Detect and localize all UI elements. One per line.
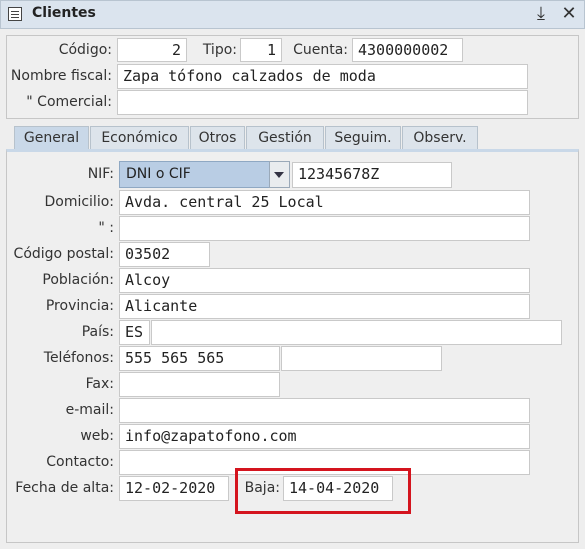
pais-code-field[interactable]: ES <box>119 320 150 345</box>
tipo-label: Tipo: <box>202 42 237 58</box>
web-label: web: <box>80 428 114 444</box>
chevron-down-icon[interactable] <box>269 161 290 188</box>
email-field[interactable] <box>119 398 530 423</box>
codigo-postal-label: Código postal: <box>13 246 114 262</box>
highlight-box <box>235 468 411 514</box>
window-menu-icon[interactable] <box>8 7 22 21</box>
fecha-alta-label: Fecha de alta: <box>15 480 114 496</box>
tab-economico[interactable]: Económico <box>90 126 189 149</box>
telefono2-field[interactable] <box>281 346 442 371</box>
nif-type-select[interactable]: DNI o CIF <box>119 161 270 188</box>
codigo-label: Código: <box>58 42 112 58</box>
fax-label: Fax: <box>85 376 114 392</box>
comercial-label: " Comercial: <box>26 94 112 110</box>
contacto-label: Contacto: <box>46 454 114 470</box>
nif-label: NIF: <box>87 166 114 182</box>
provincia-label: Provincia: <box>45 298 114 314</box>
cuenta-label: Cuenta: <box>293 42 348 58</box>
pais-name-field[interactable] <box>151 320 562 345</box>
nombre-fiscal-field[interactable]: Zapa tófono calzados de moda <box>117 64 528 89</box>
fecha-alta-field[interactable]: 12-02-2020 <box>119 476 229 501</box>
fax-field[interactable] <box>119 372 280 397</box>
minimize-icon[interactable]: ⤓ <box>530 3 552 25</box>
domicilio2-field[interactable] <box>119 216 530 241</box>
email-label: e-mail: <box>65 402 114 418</box>
window-title: Clientes <box>32 5 96 21</box>
poblacion-field[interactable]: Alcoy <box>119 268 530 293</box>
provincia-field[interactable]: Alicante <box>119 294 530 319</box>
nif-field[interactable]: 12345678Z <box>292 162 452 188</box>
tab-observ[interactable]: Observ. <box>402 126 478 149</box>
tab-otros[interactable]: Otros <box>190 126 245 149</box>
close-icon[interactable]: ✕ <box>558 3 580 25</box>
poblacion-label: Población: <box>42 272 114 288</box>
comercial-field[interactable] <box>117 90 528 115</box>
codigo-postal-field[interactable]: 03502 <box>119 242 210 267</box>
telefonos-label: Teléfonos: <box>43 350 114 366</box>
pais-label: País: <box>81 324 114 340</box>
nombre-fiscal-label: Nombre fiscal: <box>10 68 112 84</box>
tab-general[interactable]: General <box>14 126 89 150</box>
tipo-field[interactable]: 1 <box>240 38 282 62</box>
codigo-field[interactable]: 2 <box>117 38 187 62</box>
tab-seguim[interactable]: Seguim. <box>325 126 401 149</box>
web-field[interactable]: info@zapatofono.com <box>119 424 530 449</box>
telefono1-field[interactable]: 555 565 565 <box>119 346 280 371</box>
domicilio2-label: " : <box>98 220 114 236</box>
domicilio-label: Domicilio: <box>44 194 114 210</box>
cuenta-field[interactable]: 4300000002 <box>352 38 463 62</box>
domicilio-field[interactable]: Avda. central 25 Local <box>119 190 530 215</box>
tab-gestion[interactable]: Gestión <box>246 126 324 149</box>
